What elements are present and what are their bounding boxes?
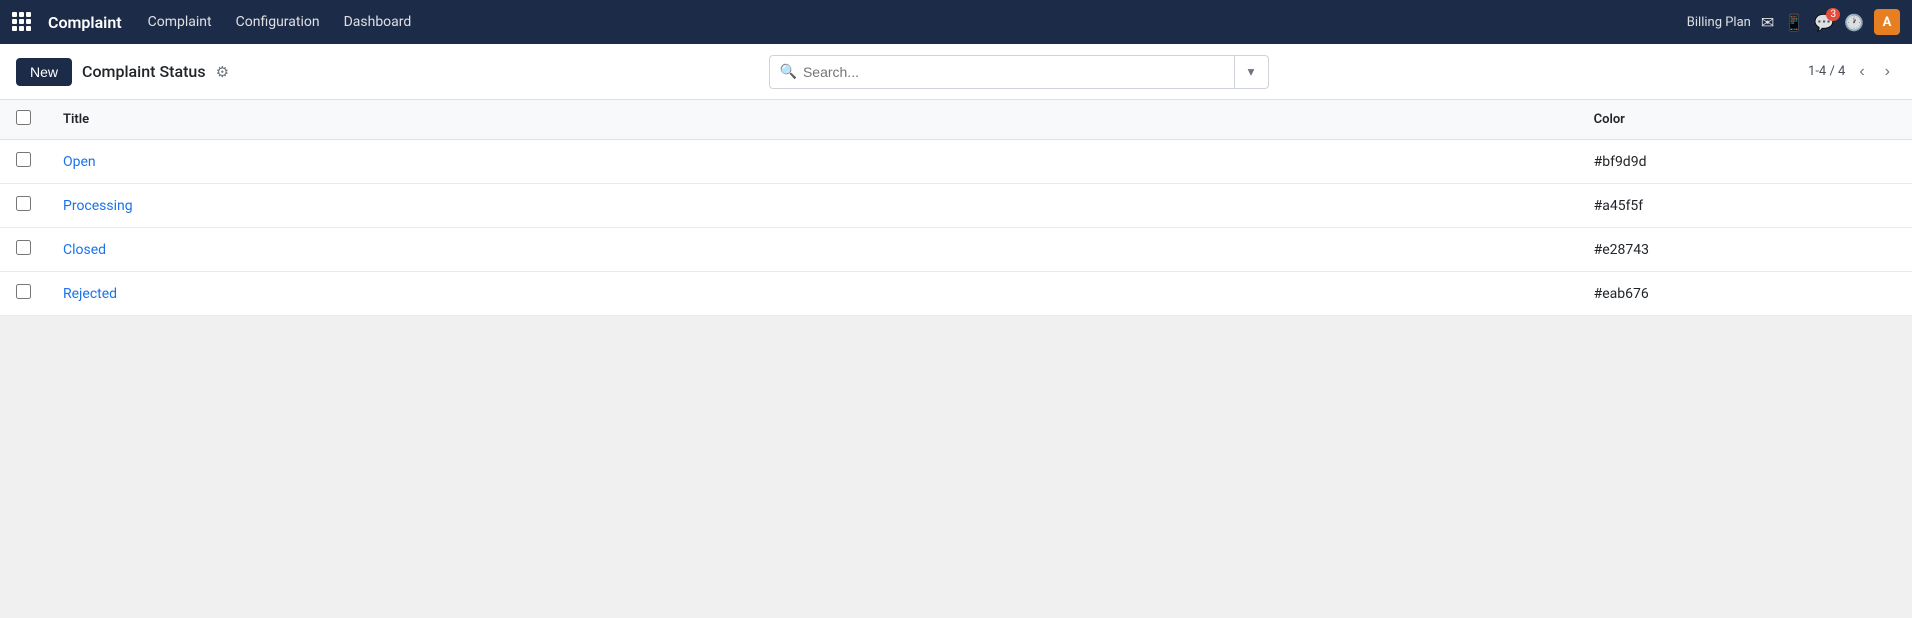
nav-configuration[interactable]: Configuration: [226, 10, 330, 34]
row-checkbox-cell: [0, 184, 47, 228]
search-icon: 🔍: [780, 64, 797, 80]
row-checkbox[interactable]: [16, 240, 31, 255]
app-title[interactable]: Complaint: [48, 13, 122, 32]
navbar-left: Complaint Complaint Configuration Dashbo…: [12, 10, 421, 34]
search-wrapper: 🔍: [769, 55, 1235, 89]
row-checkbox-cell: [0, 228, 47, 272]
table-row: Open #bf9d9d: [0, 140, 1912, 184]
row-title[interactable]: Closed: [47, 228, 1578, 272]
row-checkbox-cell: [0, 272, 47, 316]
row-checkbox-cell: [0, 140, 47, 184]
row-title[interactable]: Rejected: [47, 272, 1578, 316]
navbar-menu: Complaint Configuration Dashboard: [138, 10, 422, 34]
table-row: Rejected #eab676: [0, 272, 1912, 316]
row-color: #e28743: [1578, 228, 1912, 272]
table-row: Processing #a45f5f: [0, 184, 1912, 228]
table-header-row: Title Color: [0, 100, 1912, 140]
complaint-status-table: Title Color Open #bf9d9d Processing #a45…: [0, 100, 1912, 316]
row-title[interactable]: Open: [47, 140, 1578, 184]
nav-dashboard[interactable]: Dashboard: [334, 10, 422, 34]
row-color: #eab676: [1578, 272, 1912, 316]
nav-complaint[interactable]: Complaint: [138, 10, 222, 34]
email-icon[interactable]: ✉: [1761, 13, 1774, 32]
search-area: 🔍 ▾: [769, 55, 1269, 89]
select-all-checkbox[interactable]: [16, 110, 31, 125]
header-color[interactable]: Color: [1578, 100, 1912, 140]
search-input[interactable]: [803, 64, 1224, 80]
toolbar-right: 1-4 / 4 ‹ ›: [1808, 61, 1896, 83]
pagination-next-button[interactable]: ›: [1879, 61, 1896, 83]
row-color: #a45f5f: [1578, 184, 1912, 228]
clock-icon[interactable]: 🕐: [1844, 13, 1864, 32]
settings-gear-icon[interactable]: ⚙: [216, 63, 229, 81]
user-avatar[interactable]: A: [1874, 9, 1900, 35]
page-title: Complaint Status: [82, 62, 206, 81]
header-title[interactable]: Title: [47, 100, 1578, 140]
chat-icon[interactable]: 💬 3: [1814, 13, 1834, 32]
content-area: [0, 316, 1912, 616]
new-button[interactable]: New: [16, 58, 72, 86]
apps-grid-icon[interactable]: [12, 12, 32, 32]
pagination-prev-button[interactable]: ‹: [1853, 61, 1870, 83]
row-title[interactable]: Processing: [47, 184, 1578, 228]
row-checkbox[interactable]: [16, 284, 31, 299]
header-checkbox-col: [0, 100, 47, 140]
toolbar-left: New Complaint Status ⚙: [16, 58, 229, 86]
table-row: Closed #e28743: [0, 228, 1912, 272]
billing-plan-label: Billing Plan: [1687, 15, 1751, 30]
row-checkbox[interactable]: [16, 152, 31, 167]
row-color: #bf9d9d: [1578, 140, 1912, 184]
row-checkbox[interactable]: [16, 196, 31, 211]
navbar-right: Billing Plan ✉ 📱 💬 3 🕐 A: [1687, 9, 1900, 35]
search-dropdown-button[interactable]: ▾: [1235, 55, 1269, 89]
whatsapp-icon[interactable]: 📱: [1784, 13, 1804, 32]
toolbar: New Complaint Status ⚙ 🔍 ▾ 1-4 / 4 ‹ ›: [0, 44, 1912, 100]
chat-badge: 3: [1826, 8, 1840, 21]
navbar: Complaint Complaint Configuration Dashbo…: [0, 0, 1912, 44]
table-container: Title Color Open #bf9d9d Processing #a45…: [0, 100, 1912, 316]
pagination-info: 1-4 / 4: [1808, 64, 1845, 79]
